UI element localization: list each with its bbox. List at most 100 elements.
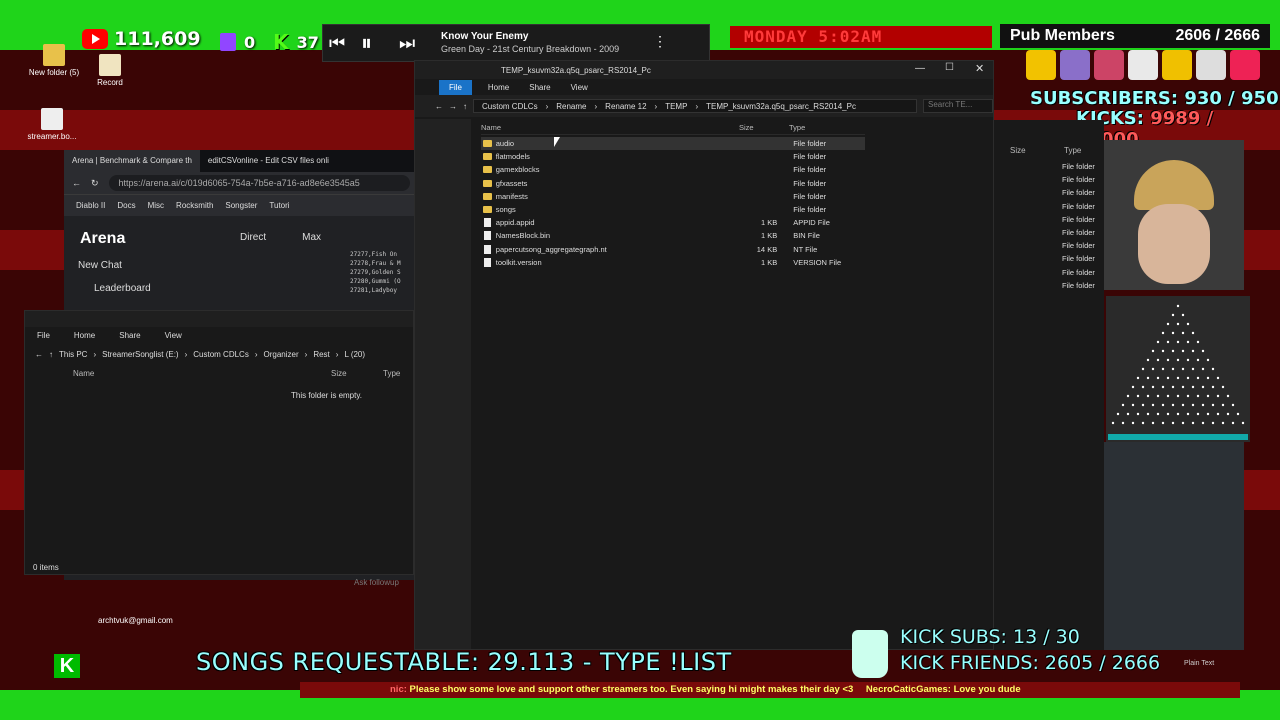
bookmark-songster[interactable]: Songster — [225, 201, 257, 210]
desktop-icon-record[interactable]: Record — [80, 54, 140, 87]
column-size[interactable]: Size — [739, 123, 754, 132]
file-row[interactable]: songs File folder — [481, 203, 865, 216]
new-chat-button[interactable]: New Chat — [78, 260, 122, 271]
plinko-peg — [1166, 340, 1170, 344]
url-field[interactable]: https://arena.ai/c/019d6065-754a-7b5e-a7… — [108, 175, 410, 191]
previous-track-icon[interactable]: ⏮ — [329, 33, 345, 54]
next-track-icon[interactable]: ⏭ — [399, 33, 415, 54]
navigation-pane[interactable] — [415, 119, 471, 649]
bookmark-diablo[interactable]: Diablo II — [76, 201, 105, 210]
bookmark-misc[interactable]: Misc — [148, 201, 164, 210]
file-name: songs — [495, 205, 516, 215]
breadcrumb[interactable]: Custom CDLCs › Rename › Rename 12 › TEMP › T… — [473, 99, 917, 113]
column-type[interactable]: Type — [1064, 146, 1081, 155]
shirt-icon — [1196, 50, 1226, 80]
account-email[interactable]: archtvuk@gmail.com — [98, 616, 173, 625]
back-icon[interactable]: ← — [435, 102, 443, 111]
file-type: File folder — [793, 139, 827, 149]
explorer-window-lower: File Home Share View ← ↑ This PC › Stream… — [24, 310, 414, 575]
minimize-icon[interactable]: — — [915, 63, 925, 74]
ribbon-home[interactable]: Home — [488, 83, 509, 92]
column-size[interactable]: Size — [1010, 146, 1026, 155]
plinko-peg — [1141, 385, 1145, 389]
pause-icon[interactable]: ⏸ — [361, 30, 372, 56]
plinko-peg — [1166, 322, 1170, 326]
up-icon[interactable]: ↑ — [463, 102, 467, 111]
column-size[interactable]: Size — [331, 369, 347, 378]
plinko-peg — [1176, 340, 1180, 344]
followup-input[interactable]: Ask followup — [354, 578, 399, 587]
ribbon-file[interactable]: File — [37, 331, 50, 340]
file-row[interactable]: flatmodels File folder — [481, 150, 865, 163]
plinko-peg — [1201, 403, 1205, 407]
subscribers-goal: SUBSCRIBERS: 930 / 950 — [1030, 88, 1279, 109]
column-name[interactable]: Name — [481, 123, 501, 132]
more-options-icon[interactable]: ⋮ — [653, 33, 667, 50]
plinko-peg — [1146, 376, 1150, 380]
plinko-peg — [1151, 367, 1155, 371]
plinko-peg — [1201, 421, 1205, 425]
ribbon-view[interactable]: View — [571, 83, 588, 92]
file-row[interactable]: appid.appid 1 KB APPID File — [481, 216, 865, 229]
desktop-icon-streamerbot[interactable]: streamer.bo... — [22, 108, 82, 141]
ribbon-view[interactable]: View — [165, 331, 182, 340]
explorer-window-right: Size Type File folder File folder File fol… — [994, 120, 1104, 650]
breadcrumb[interactable]: ← ↑ This PC › StreamerSonglist (E:) › Cust… — [25, 344, 413, 365]
up-icon[interactable]: ↑ — [49, 350, 53, 359]
file-row[interactable]: audio File folder — [481, 137, 865, 151]
plinko-peg — [1176, 322, 1180, 326]
plinko-peg — [1161, 331, 1165, 335]
file-row[interactable]: papercutsong_aggregategraph.nt 14 KB NT Fi… — [481, 243, 865, 256]
search-input[interactable]: Search TE... — [923, 99, 993, 113]
plinko-peg — [1191, 385, 1195, 389]
column-name[interactable]: Name — [73, 369, 94, 378]
ribbon-share[interactable]: Share — [119, 331, 140, 340]
youtube-stat: 111,609 — [82, 28, 201, 50]
plinko-peg — [1176, 394, 1180, 398]
bookmark-tutorials[interactable]: Tutori — [269, 201, 289, 210]
file-row[interactable]: toolkit.version 1 KB VERSION File — [481, 256, 865, 269]
plinko-peg — [1181, 331, 1185, 335]
reload-icon[interactable]: ↻ — [91, 178, 99, 189]
back-icon[interactable]: ← — [35, 350, 43, 359]
plinko-peg — [1166, 412, 1170, 416]
bookmark-rocksmith[interactable]: Rocksmith — [176, 201, 213, 210]
forward-icon[interactable]: → — [449, 102, 457, 111]
plinko-peg — [1186, 322, 1190, 326]
column-type[interactable]: Type — [789, 123, 805, 132]
file-type: File folder — [1062, 280, 1095, 290]
tab-arena[interactable]: Arena | Benchmark & Compare th — [64, 150, 200, 172]
back-icon[interactable]: ← — [72, 178, 81, 188]
side-panel: Plain Text — [1104, 442, 1244, 667]
column-type[interactable]: Type — [383, 369, 400, 378]
ribbon-share[interactable]: Share — [529, 83, 550, 92]
clock: MONDAY 5:02AM — [730, 26, 992, 48]
file-row[interactable]: gfxassets File folder — [481, 177, 865, 190]
file-row[interactable]: manifests File folder — [481, 190, 865, 203]
ribbon-home[interactable]: Home — [74, 331, 95, 340]
desktop-icon-new-folder[interactable]: New folder (5) — [24, 44, 84, 77]
status-bar: 0 items — [33, 563, 59, 572]
plinko-peg — [1131, 385, 1135, 389]
file-row[interactable]: NamesBlock.bin 1 KB BIN File — [481, 229, 865, 242]
ribbon-file[interactable]: File — [439, 79, 472, 95]
bookmark-docs[interactable]: Docs — [117, 201, 135, 210]
plinko-peg — [1166, 358, 1170, 362]
leaderboard-link[interactable]: Leaderboard — [94, 283, 151, 294]
mode-selector[interactable]: Direct Max — [240, 232, 321, 243]
plinko-peg — [1196, 376, 1200, 380]
plinko-peg — [1191, 367, 1195, 371]
file-type: BIN File — [793, 231, 820, 241]
maximize-icon[interactable]: ☐ — [945, 62, 954, 73]
arena-logo[interactable]: Arena — [80, 230, 125, 248]
file-row[interactable]: gamexblocks File folder — [481, 163, 865, 176]
tab-editcsv[interactable]: editCSVonline - Edit CSV files onli — [200, 150, 337, 172]
plinko-peg — [1121, 421, 1125, 425]
plinko-peg — [1151, 403, 1155, 407]
plinko-peg — [1116, 412, 1120, 416]
plinko-peg — [1191, 421, 1195, 425]
file-name: NamesBlock.bin — [495, 231, 550, 241]
file-icon — [41, 108, 63, 130]
close-icon[interactable]: ✕ — [975, 62, 984, 75]
shirt-icon — [1060, 50, 1090, 80]
